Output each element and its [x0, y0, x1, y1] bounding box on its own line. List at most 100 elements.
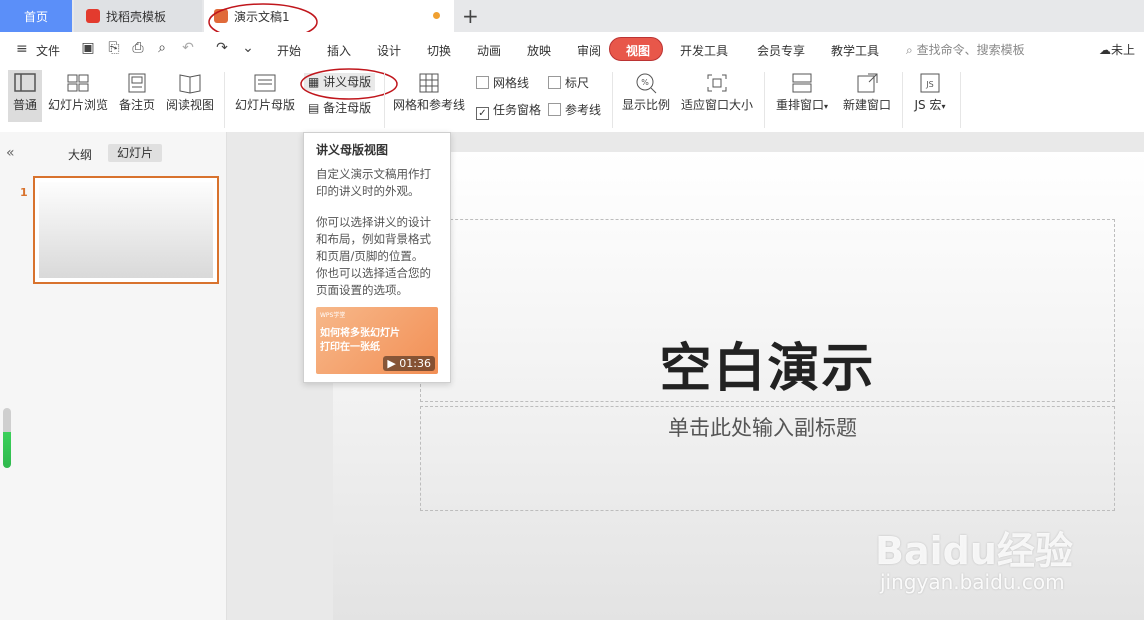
menu-view[interactable]: 视图 — [626, 42, 650, 59]
hamburger-icon[interactable]: ≡ — [16, 41, 28, 57]
normal-view-button[interactable]: 普通 — [8, 70, 42, 122]
search-placeholder: 查找命令、搜索模板 — [916, 43, 1025, 57]
slide-browse-label: 幻灯片浏览 — [47, 98, 108, 112]
export-pdf-icon[interactable]: ⎘ — [106, 40, 122, 56]
gridlines-checkbox[interactable]: 网格线 — [476, 74, 529, 91]
fit-window-icon — [707, 74, 727, 92]
tooltip-description: 自定义演示文稿用作打 印的讲义时的外观。 — [316, 167, 431, 198]
menu-animation[interactable]: 动画 — [477, 42, 501, 59]
redo-icon[interactable]: ↷ — [214, 40, 230, 56]
gridlines-label: 网格线 — [493, 76, 530, 90]
menu-start[interactable]: 开始 — [277, 42, 301, 59]
menu-slideshow[interactable]: 放映 — [527, 42, 551, 59]
gridlines-checkbox-box — [476, 76, 489, 89]
notes-page-icon — [128, 73, 146, 93]
collapse-panel-icon[interactable]: « — [6, 145, 15, 161]
tooltip-details: 你可以选择讲义的设计 和布局，例如背景格式 和页眉/页脚的位置。 你也可以选择适… — [316, 215, 431, 297]
dropdown-arrow-icon: ▾ — [941, 102, 946, 111]
zoom-label: 显示比例 — [621, 98, 670, 112]
tooltip-title: 讲义母版视图 — [316, 143, 389, 157]
print-preview-icon[interactable]: ⌕ — [154, 40, 170, 56]
reading-view-label: 阅读视图 — [165, 98, 214, 112]
undo-icon[interactable]: ↶ — [180, 40, 196, 56]
reading-view-button[interactable]: 阅读视图 — [162, 70, 218, 122]
ruler-label: 标尺 — [565, 76, 590, 90]
play-icon: ▶ — [387, 357, 396, 370]
guides-checkbox[interactable]: 参考线 — [548, 101, 601, 118]
menu-design[interactable]: 设计 — [377, 42, 401, 59]
new-window-button[interactable]: 新建窗口 — [838, 70, 896, 122]
dropdown-arrow-icon: ▾ — [824, 102, 829, 111]
js-macro-label: JS 宏 — [914, 98, 942, 112]
slide-master-icon — [254, 74, 276, 92]
watermark-brand: Baidu经验 — [875, 529, 1073, 573]
tab-slides[interactable]: 幻灯片 — [108, 144, 162, 162]
checkmark-icon: ✓ — [476, 107, 489, 120]
ribbon-separator — [384, 72, 385, 128]
ribbon-separator — [960, 72, 961, 128]
video-title: 如何将多张幻灯片 打印在一张纸 — [320, 328, 400, 353]
tab-template-store[interactable]: 找稻壳模板 — [74, 0, 202, 32]
ribbon-separator — [764, 72, 765, 128]
slide-browse-button[interactable]: 幻灯片浏览 — [46, 70, 110, 122]
new-tab-icon[interactable]: + — [462, 4, 479, 28]
slide-master-label: 幻灯片母版 — [234, 98, 295, 112]
menu-member[interactable]: 会员专享 — [757, 42, 805, 59]
normal-view-icon — [14, 73, 36, 92]
zoom-button[interactable]: % 显示比例 — [618, 70, 674, 122]
arrange-windows-button[interactable]: 重排窗口▾ — [770, 70, 834, 122]
menu-transition[interactable]: 切换 — [427, 42, 451, 59]
tab-outline[interactable]: 大纲 — [68, 146, 92, 163]
tab-template-label: 找稻壳模板 — [106, 9, 167, 24]
normal-view-label: 普通 — [12, 98, 37, 112]
fit-window-button[interactable]: 适应窗口大小 — [678, 70, 756, 122]
slide-title: 空白演示 — [659, 339, 876, 399]
menu-teaching[interactable]: 教学工具 — [831, 42, 879, 59]
ruler-checkbox[interactable]: 标尺 — [548, 74, 589, 91]
slide-number: 1 — [20, 186, 28, 199]
new-window-icon — [857, 73, 878, 93]
slide-thumbnail[interactable] — [33, 176, 219, 284]
menu-review[interactable]: 审阅 — [577, 42, 601, 59]
book-icon — [179, 74, 201, 94]
ribbon-separator — [224, 72, 225, 128]
docer-logo-icon — [86, 9, 100, 23]
video-brand: WPS学堂 — [320, 312, 346, 319]
cloud-status[interactable]: ☁未上 — [1099, 41, 1135, 58]
video-duration-badge: ▶ 01:36 — [383, 356, 435, 371]
new-window-label: 新建窗口 — [842, 98, 891, 112]
js-macro-button[interactable]: JS JS 宏▾ — [908, 70, 952, 122]
fit-window-label: 适应窗口大小 — [680, 98, 753, 112]
ruler-checkbox-box — [548, 76, 561, 89]
arrange-windows-label: 重排窗口 — [775, 98, 824, 112]
cloud-label: 未上 — [1111, 43, 1136, 57]
tab-home[interactable]: 首页 — [0, 0, 72, 32]
notes-page-button[interactable]: 备注页 — [114, 70, 160, 122]
print-icon[interactable]: ⎙ — [130, 40, 146, 56]
task-pane-checkbox[interactable]: ✓ 任务窗格 — [476, 101, 541, 120]
grid-icon — [419, 73, 439, 93]
slide-subtitle: 单击此处输入副标题 — [668, 416, 857, 440]
ribbon-separator — [612, 72, 613, 128]
slide-sorter-icon — [67, 74, 89, 92]
svg-text:JS: JS — [925, 80, 933, 89]
notes-master-label: 备注母版 — [323, 101, 372, 115]
tutorial-video[interactable]: WPS学堂 如何将多张幻灯片 打印在一张纸 ▶ 01:36 — [316, 307, 438, 374]
grid-guides-label: 网格和参考线 — [392, 98, 465, 112]
search-icon: ⌕ — [906, 43, 913, 57]
slide-master-button[interactable]: 幻灯片母版 — [232, 70, 298, 122]
scroll-indicator[interactable] — [3, 408, 11, 468]
arrange-windows-icon — [792, 73, 812, 93]
save-icon[interactable]: ▣ — [80, 40, 96, 56]
menu-insert[interactable]: 插入 — [327, 42, 351, 59]
search-command[interactable]: ⌕ 查找命令、搜索模板 — [906, 41, 1025, 58]
file-menu[interactable]: 文件 — [36, 42, 60, 59]
notes-master-icon: ▤ — [308, 101, 320, 115]
tab-home-label: 首页 — [23, 9, 48, 24]
watermark-url: jingyan.baidu.com — [880, 570, 1065, 594]
grid-guides-button[interactable]: 网格和参考线 — [390, 70, 468, 122]
menu-developer[interactable]: 开发工具 — [680, 42, 728, 59]
slide-thumbnail-preview — [39, 182, 213, 278]
cloud-icon: ☁ — [1099, 43, 1111, 57]
customize-quick-access-icon[interactable]: ⌄ — [240, 40, 256, 56]
